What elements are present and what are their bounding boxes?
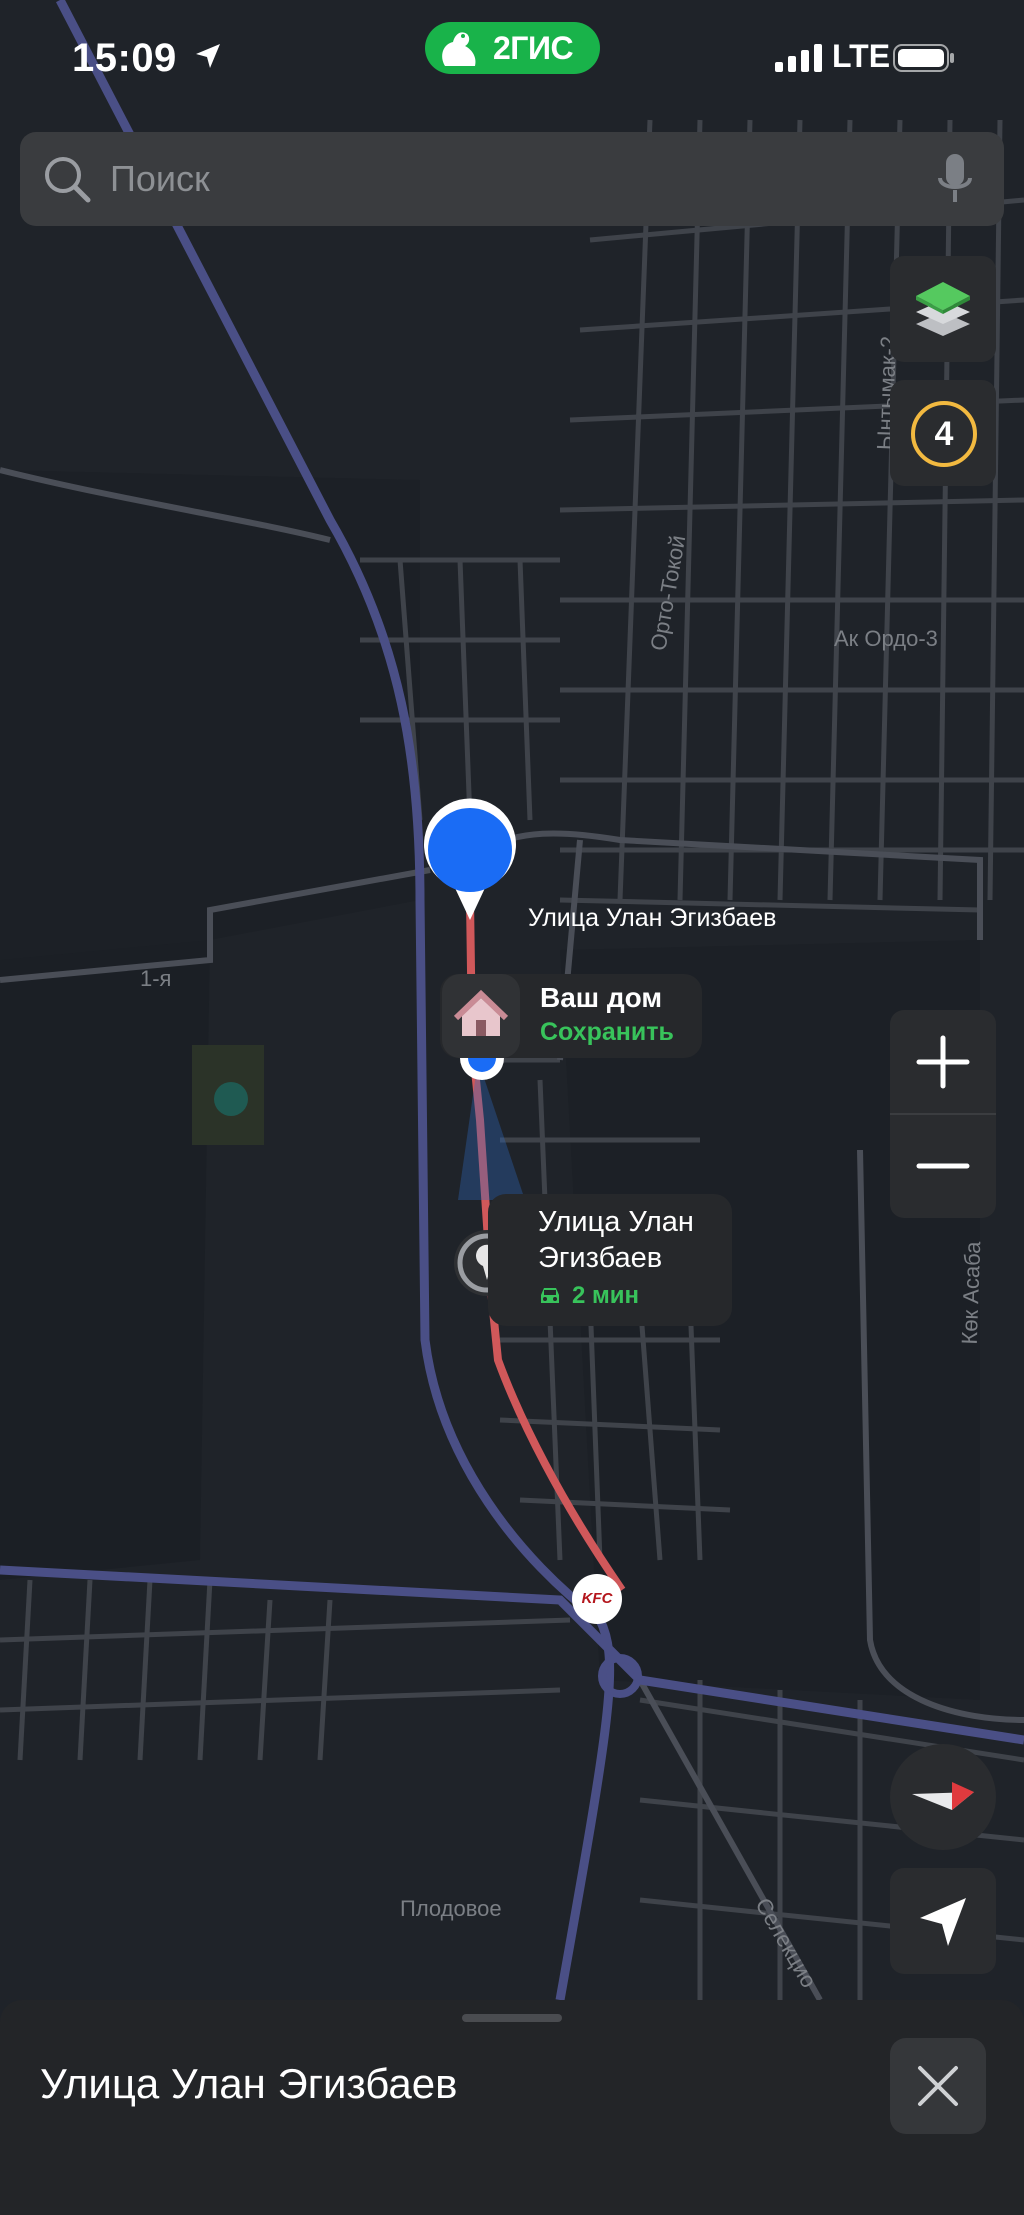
street-label-first: 1-я: [140, 966, 172, 991]
search-input[interactable]: Поиск: [110, 158, 210, 200]
microphone-icon[interactable]: [932, 152, 978, 208]
traffic-button[interactable]: 4: [890, 380, 996, 486]
compass-icon: [912, 1782, 974, 1810]
destination-eta: 2 мин: [538, 1282, 639, 1310]
minus-icon: [916, 1163, 970, 1169]
network-type: LTE: [832, 38, 891, 74]
eta-text: 2 мин: [572, 1282, 640, 1309]
destination-card[interactable]: Улица Улан Эгизбаев 2 мин: [488, 1194, 732, 1326]
traffic-level: 4: [911, 401, 977, 467]
zoom-out-button[interactable]: [890, 1114, 996, 1218]
brand-name: 2ГИС: [493, 30, 574, 66]
signal-icon: [775, 44, 822, 72]
home-card[interactable]: Ваш дом Сохранить: [440, 974, 702, 1058]
plus-icon: [916, 1035, 970, 1089]
compass-button[interactable]: [890, 1744, 996, 1850]
zoom-controls: [890, 1010, 996, 1218]
bottom-sheet[interactable]: Улица Улан Эгизбаев: [0, 2000, 1024, 2215]
sheet-title: Улица Улан Эгизбаев: [40, 2060, 458, 2107]
close-icon: [918, 2066, 958, 2106]
close-button[interactable]: [890, 2038, 986, 2134]
street-label-kok-asaba: Көк Асаба: [956, 1241, 986, 1345]
place-marker[interactable]: [214, 1082, 248, 1116]
kfc-poi-badge[interactable]: KFC: [572, 1574, 622, 1624]
house-icon: [442, 974, 520, 1058]
home-title: Ваш дом: [540, 982, 663, 1013]
battery-icon: [893, 44, 954, 72]
layers-button[interactable]: [890, 256, 996, 362]
2gis-logo-icon: [442, 32, 476, 66]
sheet-drag-handle[interactable]: [462, 2014, 562, 2022]
my-location-button[interactable]: [890, 1868, 996, 1974]
search-bar[interactable]: Поиск: [20, 132, 1004, 226]
district-label-plodovoe: Плодовое: [400, 1896, 502, 1921]
location-arrow-icon: [196, 44, 220, 68]
street-label-ak-ordo: Ак Ордо-3: [834, 626, 938, 651]
zoom-in-button[interactable]: [890, 1010, 996, 1114]
navigation-arrow-icon: [920, 1898, 966, 1946]
search-icon: [45, 157, 91, 203]
car-icon: [541, 1288, 559, 1303]
brand-pill[interactable]: 2ГИС: [425, 22, 600, 74]
status-time: 15:09: [72, 36, 177, 80]
street-label-ulan-egizbaev: Улица Улан Эгизбаев: [528, 904, 777, 932]
layers-icon: [916, 282, 970, 336]
status-bar: 15:09 2ГИС LTE: [0, 0, 1024, 118]
save-home-link[interactable]: Сохранить: [540, 1018, 674, 1047]
destination-title: Улица Улан Эгизбаев: [538, 1206, 694, 1274]
